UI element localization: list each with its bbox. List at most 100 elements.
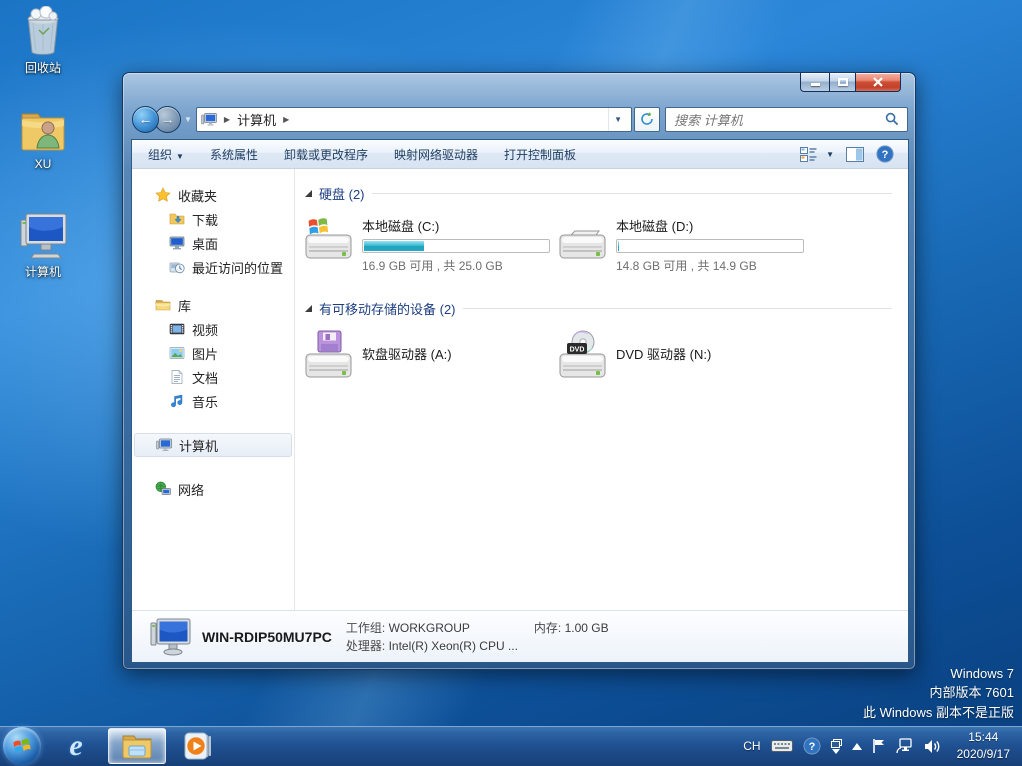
sidebar-item-videos[interactable]: 视频	[132, 317, 294, 341]
sidebar-item-music[interactable]: 音乐	[132, 389, 294, 413]
user-folder-icon	[4, 104, 82, 154]
sidebar-item-libraries[interactable]: 库	[132, 293, 294, 317]
refresh-button[interactable]	[634, 106, 660, 132]
sidebar-item-pictures[interactable]: 图片	[132, 341, 294, 365]
taskbar-media-player-button[interactable]	[176, 728, 220, 764]
star-icon	[154, 187, 171, 204]
history-dropdown-icon[interactable]: ▼	[184, 115, 192, 124]
address-bar[interactable]: ▶ 计算机 ▶ ▼	[195, 106, 632, 132]
close-button[interactable]	[856, 73, 901, 92]
media-player-icon	[184, 732, 211, 760]
computer-icon	[4, 210, 82, 260]
memory-label: 内存:	[533, 620, 562, 635]
sidebar-item-label: 计算机	[179, 438, 219, 454]
action-center-flag-icon[interactable]	[872, 738, 886, 754]
window-arrow-icon[interactable]	[830, 738, 842, 754]
taskbar-explorer-button[interactable]	[108, 728, 166, 764]
network-icon	[154, 481, 171, 498]
drive-item-floppy-a[interactable]: 软盘驱动器 (A:)	[305, 330, 559, 378]
windows-watermark: Windows 7 内部版本 7601 此 Windows 副本不是正版	[863, 664, 1014, 723]
memory-field: 内存: 1.00 GB	[534, 619, 609, 637]
taskbar-ie-button[interactable]: e	[54, 728, 98, 764]
help-tray-icon[interactable]: ?	[803, 737, 821, 755]
uninstall-program-button[interactable]: 卸载或更改程序	[284, 146, 368, 163]
maximize-button[interactable]	[829, 73, 856, 92]
recycle-bin-icon	[4, 6, 82, 56]
collapse-triangle-icon[interactable]	[305, 305, 312, 312]
close-icon	[873, 77, 883, 87]
drive-item-d[interactable]: 本地磁盘 (D:) 14.8 GB 可用 , 共 14.9 GB	[559, 215, 813, 274]
address-dropdown-icon[interactable]: ▼	[608, 107, 627, 131]
drive-item-dvd-n[interactable]: DVD DVD 驱动器 (N:)	[559, 330, 813, 378]
organize-menu-button[interactable]: 组织 ▼	[148, 146, 184, 163]
computer-crumb-icon	[201, 112, 217, 125]
explorer-main: 收藏夹 下载 桌面 最近访问的位置 库 视频 图片 文档 音乐 计算机 网络 硬…	[132, 169, 908, 610]
minimize-icon	[810, 82, 820, 86]
help-button[interactable]: ?	[876, 145, 894, 163]
collapse-triangle-icon[interactable]	[305, 190, 312, 197]
breadcrumb-item-computer[interactable]: 计算机	[237, 110, 276, 129]
group-title: 硬盘 (2)	[319, 187, 365, 202]
breadcrumb-arrow-icon[interactable]: ▶	[224, 115, 230, 124]
caption-buttons	[800, 73, 901, 92]
sidebar-item-label: 桌面	[192, 236, 219, 252]
desktop-icon-recycle-bin[interactable]: 回收站	[4, 6, 82, 76]
details-pane: WIN-RDIP50MU7PC 工作组: WORKGROUP 内存: 1.00 …	[132, 610, 908, 662]
group-divider	[371, 193, 892, 194]
preview-pane-button[interactable]	[846, 146, 864, 162]
minimize-button[interactable]	[800, 73, 829, 92]
download-folder-icon	[168, 211, 185, 228]
start-button[interactable]	[3, 727, 41, 765]
navigation-pane: 收藏夹 下载 桌面 最近访问的位置 库 视频 图片 文档 音乐 计算机 网络	[132, 169, 295, 610]
sidebar-item-label: 最近访问的位置	[192, 260, 284, 276]
map-network-drive-button[interactable]: 映射网络驱动器	[394, 146, 478, 163]
documents-icon	[168, 369, 185, 386]
sidebar-item-downloads[interactable]: 下载	[132, 207, 294, 231]
dvd-badge-label: DVD	[570, 347, 585, 354]
hard-drive-windows-icon	[305, 215, 353, 261]
help-icon: ?	[876, 145, 894, 163]
desktop-icon	[168, 235, 185, 252]
computer-icon	[155, 437, 172, 454]
items-view: 硬盘 (2) 本地磁盘 (C:) 16.9 GB 可用 , 共 25.0 GB …	[295, 169, 908, 610]
network-tray-icon[interactable]	[895, 738, 914, 754]
videos-icon	[168, 321, 185, 338]
pictures-icon	[168, 345, 185, 362]
search-box[interactable]: 搜索 计算机	[665, 106, 908, 132]
capacity-bar-fill	[364, 241, 424, 251]
internet-explorer-icon: e	[69, 729, 83, 762]
taskbar-clock[interactable]: 15:44 2020/9/17	[951, 729, 1016, 764]
sidebar-item-recent-places[interactable]: 最近访问的位置	[132, 255, 294, 279]
keyboard-icon[interactable]	[770, 739, 793, 753]
watermark-line: 此 Windows 副本不是正版	[863, 704, 1014, 720]
change-view-button[interactable]: ▼	[800, 146, 834, 162]
search-icon[interactable]	[885, 112, 899, 126]
input-language-indicator[interactable]: CH	[743, 739, 760, 753]
sidebar-item-documents[interactable]: 文档	[132, 365, 294, 389]
back-button[interactable]: ←	[132, 105, 159, 133]
drive-item-c[interactable]: 本地磁盘 (C:) 16.9 GB 可用 , 共 25.0 GB	[305, 215, 559, 274]
volume-icon[interactable]	[924, 739, 941, 754]
memory-value: 1.00 GB	[564, 620, 609, 635]
explorer-folder-icon	[122, 735, 152, 759]
desktop-icon-xu-folder[interactable]: XU	[4, 104, 82, 171]
music-icon	[168, 393, 185, 410]
show-hidden-icons-button[interactable]	[851, 742, 862, 750]
explorer-window: ← → ▼ ▶ 计算机 ▶ ▼ 搜索 计算机 组织 ▼ 系统属性 卸载或更改程序…	[122, 72, 916, 670]
sidebar-item-network[interactable]: 网络	[132, 477, 294, 501]
group-title: 有可移动存储的设备 (2)	[319, 302, 456, 317]
open-control-panel-button[interactable]: 打开控制面板	[504, 146, 576, 163]
workgroup-value: WORKGROUP	[388, 620, 470, 635]
group-header-removable-devices[interactable]: 有可移动存储的设备 (2)	[305, 299, 892, 318]
tray-time: 15:44	[968, 729, 999, 744]
sidebar-item-computer[interactable]: 计算机	[134, 433, 292, 457]
taskbar: e CH ? 15:44 2020/9/17	[0, 726, 1022, 766]
drive-name: 软盘驱动器 (A:)	[362, 347, 452, 362]
workgroup-field: 工作组: WORKGROUP	[346, 619, 534, 637]
system-properties-button[interactable]: 系统属性	[210, 146, 258, 163]
sidebar-item-desktop[interactable]: 桌面	[132, 231, 294, 255]
breadcrumb-arrow-icon[interactable]: ▶	[283, 115, 289, 124]
desktop-icon-computer[interactable]: 计算机	[4, 210, 82, 280]
sidebar-item-favorites[interactable]: 收藏夹	[132, 183, 294, 207]
group-header-hard-disks[interactable]: 硬盘 (2)	[305, 184, 892, 203]
